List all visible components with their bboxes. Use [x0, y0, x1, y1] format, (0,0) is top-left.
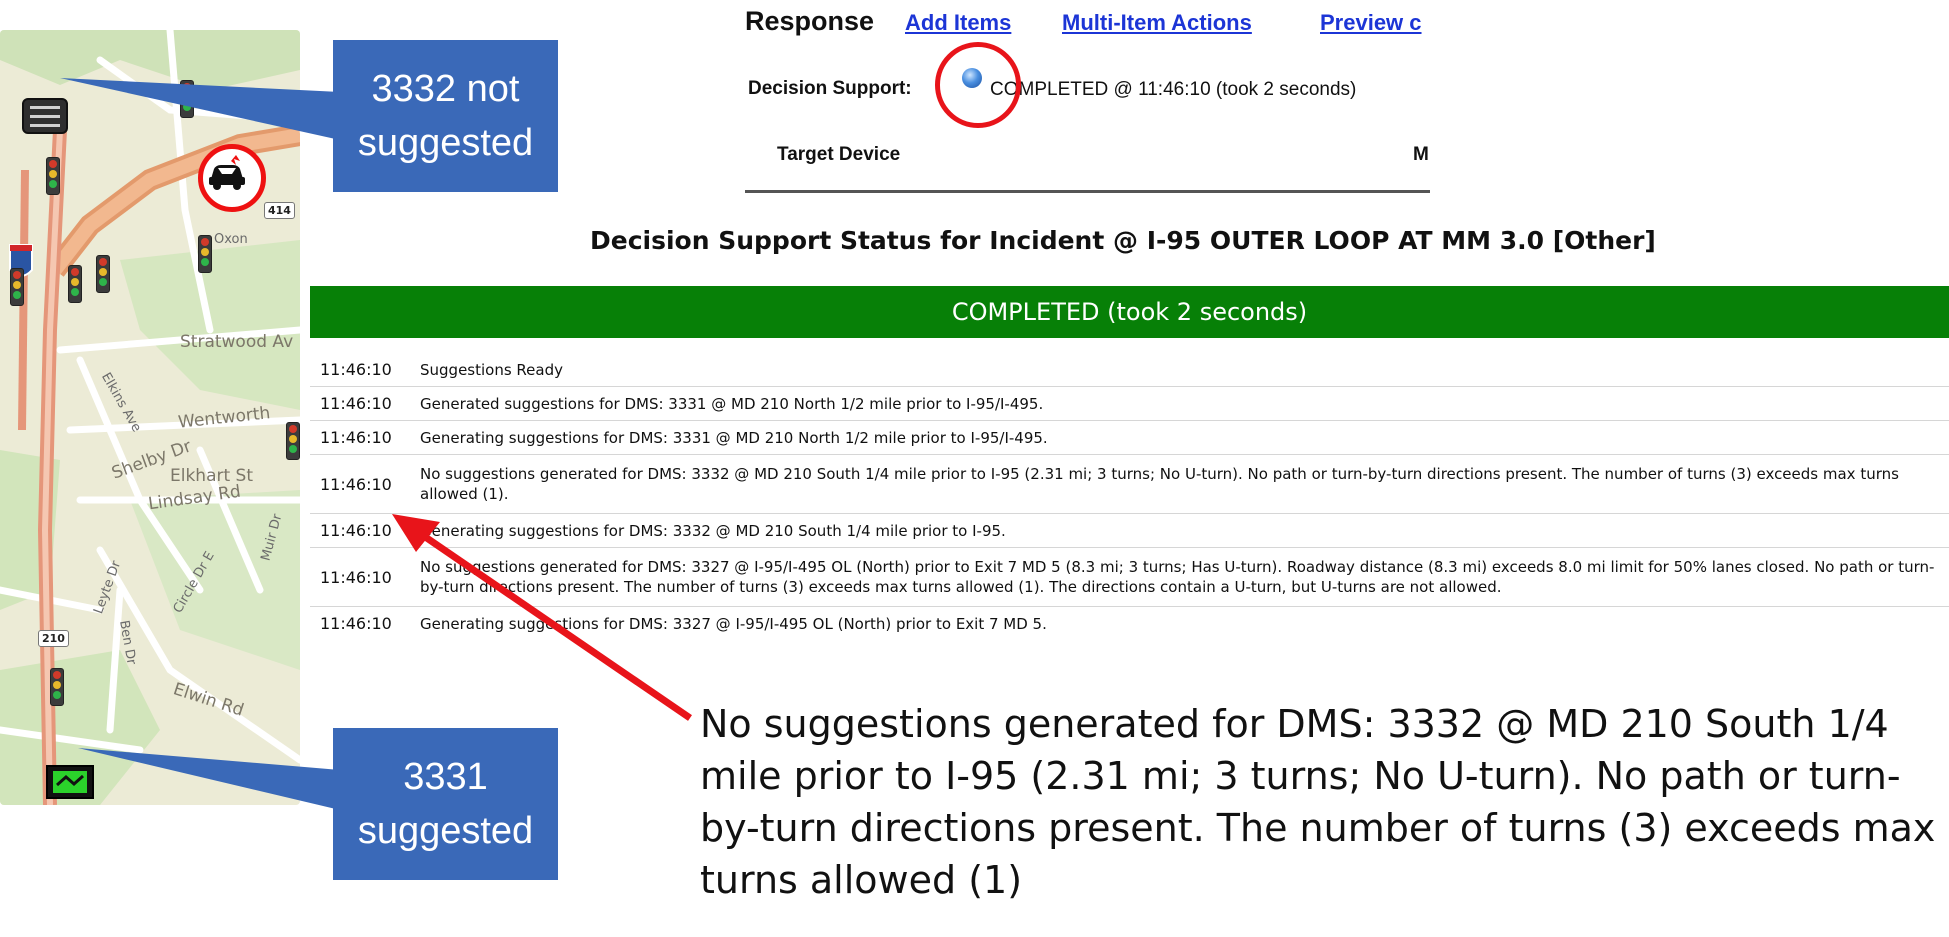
log-message: Generating suggestions for DMS: 3332 @ M…: [420, 521, 1006, 540]
log-time: 11:46:10: [320, 360, 392, 379]
decision-support-log: 11:46:10 Suggestions Ready 11:46:10 Gene…: [310, 353, 1949, 640]
log-time: 11:46:10: [320, 428, 392, 447]
log-time: 11:46:10: [320, 394, 392, 413]
dms-3331-icon[interactable]: [46, 765, 94, 799]
map-label-oxon: Oxon: [214, 232, 248, 247]
map-label-stratwood: Stratwood Av: [180, 332, 294, 352]
log-row: 11:46:10 Suggestions Ready: [310, 353, 1949, 386]
decision-support-status: COMPLETED @ 11:46:10 (took 2 seconds): [990, 79, 1357, 100]
traffic-signal-icon[interactable]: [286, 422, 300, 460]
highlight-circle: [935, 42, 1021, 128]
callout-3331-suggested: 3331 suggested: [333, 728, 558, 880]
traffic-signal-icon[interactable]: [68, 265, 82, 303]
map-label-elkhart: Elkhart St: [170, 466, 254, 486]
decision-support-label: Decision Support:: [748, 78, 912, 99]
log-row: 11:46:10 Generating suggestions for DMS:…: [310, 606, 1949, 640]
route-shield-210: 210: [38, 630, 69, 647]
log-message: Generating suggestions for DMS: 3327 @ I…: [420, 614, 1047, 633]
log-row: 11:46:10 Generated suggestions for DMS: …: [310, 386, 1949, 420]
callout-top-line2: suggested: [357, 122, 534, 164]
traffic-signal-icon[interactable]: [198, 235, 212, 273]
log-time: 11:46:10: [320, 521, 392, 540]
multi-item-actions-link[interactable]: Multi-Item Actions: [1062, 10, 1252, 36]
traffic-signal-icon[interactable]: [50, 668, 64, 706]
response-panel: Response Add Items Multi-Item Actions Pr…: [745, 0, 1430, 195]
add-items-link[interactable]: Add Items: [905, 10, 1011, 36]
traffic-signal-icon[interactable]: [46, 157, 60, 195]
callout-bottom-line1: 3331: [403, 756, 488, 798]
log-time: 11:46:10: [320, 474, 392, 494]
log-row: 11:46:10 No suggestions generated for DM…: [310, 547, 1949, 606]
log-time: 11:46:10: [320, 567, 392, 587]
annotation-text: No suggestions generated for DMS: 3332 @…: [700, 702, 1936, 902]
log-message: Generating suggestions for DMS: 3331 @ M…: [420, 428, 1048, 447]
log-message: No suggestions generated for DMS: 3332 @…: [420, 465, 1899, 503]
traffic-signal-icon[interactable]: [180, 80, 194, 118]
log-message: Generated suggestions for DMS: 3331 @ MD…: [420, 394, 1044, 413]
incident-car-icon[interactable]: [198, 144, 266, 212]
log-message: No suggestions generated for DMS: 3327 @…: [420, 558, 1935, 596]
log-row: 11:46:10 No suggestions generated for DM…: [310, 454, 1949, 513]
callout-3332-not-suggested: 3332 not suggested: [333, 40, 558, 192]
completed-banner: COMPLETED (took 2 seconds): [310, 286, 1949, 338]
callout-bottom-line2: suggested: [357, 810, 534, 852]
response-table-header: Target Device Mi: [745, 120, 1430, 193]
traffic-signal-icon[interactable]: [96, 255, 110, 293]
dms-3332-icon[interactable]: [22, 98, 68, 134]
callout-top-line1: 3332 not: [371, 68, 520, 110]
decision-support-status-title: Decision Support Status for Incident @ I…: [590, 226, 1656, 255]
log-time: 11:46:10: [320, 614, 392, 633]
traffic-map[interactable]: Stratwood Av Wentworth Elkhart St Lindsa…: [0, 30, 300, 805]
log-row: 11:46:10 Generating suggestions for DMS:…: [310, 420, 1949, 454]
response-title: Response: [745, 6, 875, 36]
route-shield-414: 414: [264, 202, 295, 219]
traffic-signal-icon[interactable]: [10, 268, 24, 306]
log-message: Suggestions Ready: [420, 360, 563, 379]
column-mi[interactable]: Mi: [1413, 144, 1430, 166]
log-row: 11:46:10 Generating suggestions for DMS:…: [310, 513, 1949, 547]
preview-link[interactable]: Preview c: [1320, 10, 1422, 36]
column-target-device[interactable]: Target Device: [777, 144, 900, 166]
